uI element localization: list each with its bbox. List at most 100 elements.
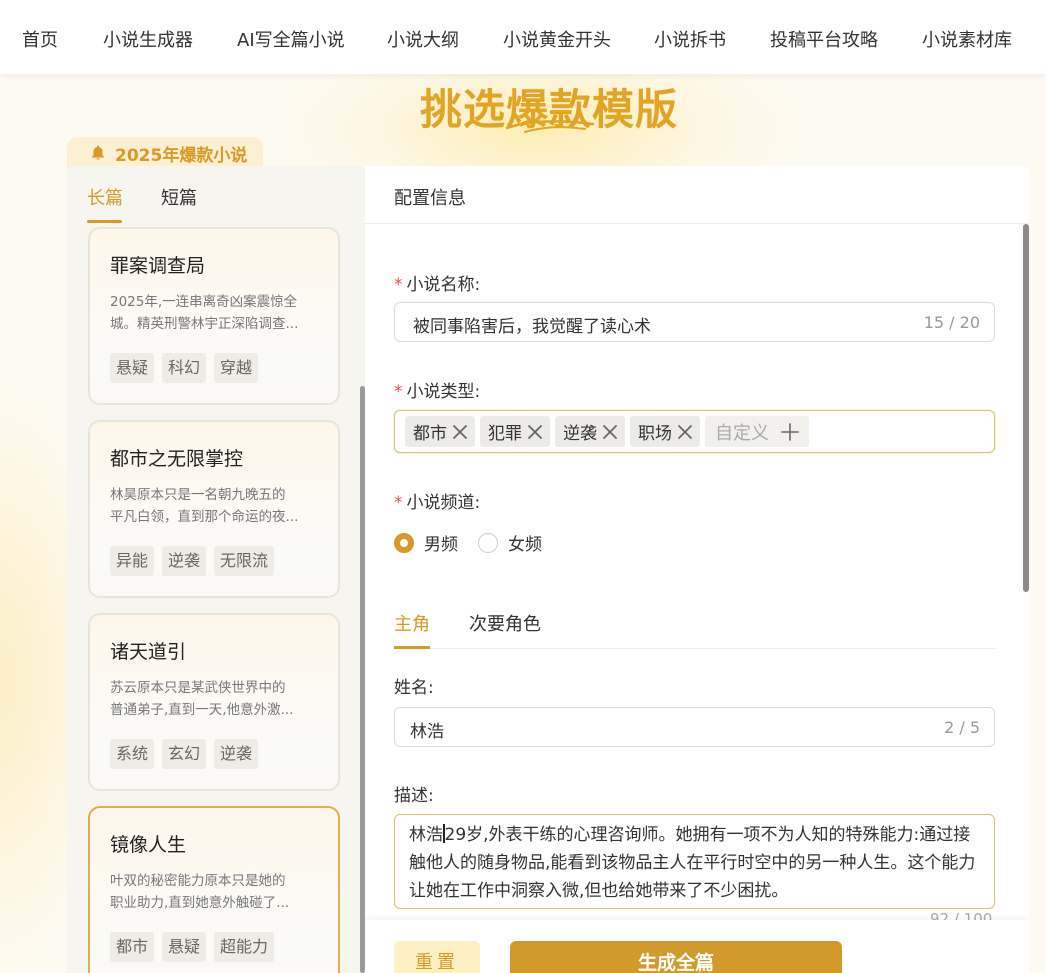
type-tag: 都市 — [405, 416, 475, 447]
generate-full-button[interactable]: 生成全篇 — [510, 941, 842, 973]
radio-label: 男频 — [424, 535, 458, 555]
nav-ai-full-novel[interactable]: AI写全篇小说 — [237, 26, 345, 52]
nav-golden-opening[interactable]: 小说黄金开头 — [503, 26, 611, 52]
card-tag: 穿越 — [214, 353, 259, 383]
card-description: 叶双的秘密能力原本只是她的 职业助力,直到她意外触碰了... — [110, 870, 326, 914]
nav-outline[interactable]: 小说大纲 — [387, 26, 459, 52]
radio-female-channel[interactable]: 女频 — [478, 530, 542, 555]
config-panel: 配置信息 * 小说名称: 被同事陷害后，我觉醒了读心术 15 / 20 * 小说类型… — [365, 166, 1029, 973]
card-tag: 超能力 — [214, 932, 275, 962]
template-card[interactable]: 罪案调查局 2025年,一连串离奇凶案震惊全 城。精英刑警林宇正深陷调查... … — [88, 227, 340, 405]
novel-type-input[interactable]: 都市 犯罪 逆袭 职场 自定义 — [394, 410, 995, 453]
card-tags: 异能 逆袭 无限流 — [110, 546, 275, 576]
nav-book-breakdown[interactable]: 小说拆书 — [654, 26, 726, 52]
type-tag: 职场 — [630, 416, 700, 447]
plus-icon — [781, 422, 799, 441]
novel-name-count: 15 / 20 — [923, 313, 980, 332]
type-tag-label: 逆袭 — [563, 424, 597, 444]
card-desc-line: 2025年,一连串离奇凶案震惊全 — [110, 294, 298, 310]
person-name-label: 姓名: — [394, 678, 434, 698]
close-icon[interactable] — [526, 423, 544, 441]
person-name-count: 2 / 5 — [944, 718, 980, 737]
config-header: 配置信息 — [365, 166, 1029, 224]
template-card[interactable]: 都市之无限掌控 林昊原本只是一名朝九晚五的 平凡白领，直到那个命运的夜... 异… — [88, 420, 340, 598]
hot-novels-badge: 2025年爆款小说 — [67, 137, 263, 169]
card-title: 都市之无限掌控 — [110, 448, 244, 470]
template-card-selected[interactable]: 镜像人生 叶双的秘密能力原本只是她的 职业助力,直到她意外触碰了... 都市 悬… — [88, 806, 340, 973]
nav-material-library[interactable]: 小说素材库 — [922, 26, 1012, 52]
card-tag: 悬疑 — [110, 353, 155, 383]
required-mark: * — [394, 382, 403, 402]
radio-male-channel[interactable]: 男频 — [394, 530, 458, 555]
role-tab-indicator — [394, 646, 430, 649]
novel-type-label-text: 小说类型: — [406, 382, 481, 402]
template-card[interactable]: 诸天道引 苏云原本只是某武侠世界中的 普通弟子,直到一天,他意外激... 系统 … — [88, 613, 340, 791]
card-desc-line: 叶双的秘密能力原本只是她的 — [110, 873, 286, 889]
radio-checked-indicator — [394, 532, 414, 553]
type-tag-label: 犯罪 — [488, 424, 522, 444]
novel-name-input[interactable]: 被同事陷害后，我觉醒了读心术 15 / 20 — [394, 302, 995, 342]
novel-name-label-text: 小说名称: — [406, 275, 481, 295]
add-custom-type-button[interactable]: 自定义 — [705, 416, 809, 447]
card-desc-line: 城。精英刑警林宇正深陷调查... — [110, 316, 299, 332]
config-title: 配置信息 — [394, 188, 466, 209]
nav-submission-guide[interactable]: 投稿平台攻略 — [770, 26, 878, 52]
card-desc-line: 林昊原本只是一名朝九晚五的 — [110, 487, 286, 503]
right-scrollbar[interactable] — [1023, 224, 1029, 592]
tab-active-indicator — [87, 220, 122, 223]
type-tag: 犯罪 — [480, 416, 550, 447]
card-desc-line: 苏云原本只是某武侠世界中的 — [110, 680, 286, 696]
card-tag: 系统 — [110, 739, 155, 769]
card-description: 林昊原本只是一名朝九晚五的 平凡白领，直到那个命运的夜... — [110, 484, 326, 528]
badge-label: 2025年爆款小说 — [115, 145, 248, 166]
nav-home[interactable]: 首页 — [22, 26, 58, 52]
reset-button[interactable]: 重置 — [394, 941, 480, 973]
card-tags: 都市 悬疑 超能力 — [110, 932, 275, 962]
novel-channel-label-text: 小说频道: — [406, 493, 481, 513]
novel-type-label: * 小说类型: — [394, 377, 480, 402]
nav-novel-generator[interactable]: 小说生成器 — [103, 26, 193, 52]
tab-long[interactable]: 长篇 — [87, 184, 123, 210]
role-tabs: 主角 次要角色 — [394, 606, 995, 649]
tab-protagonist[interactable]: 主角 — [394, 610, 430, 636]
description-textarea[interactable]: 林浩29岁,外表干练的心理咨询师。她拥有一项不为人知的特殊能力:通过接触他人的随… — [394, 814, 995, 909]
card-title: 诸天道引 — [110, 641, 187, 663]
description-text-rest: 29岁,外表干练的心理咨询师。她拥有一项不为人知的特殊能力:通过接触他人的随身物… — [409, 825, 976, 901]
description-text-start: 林浩 — [409, 825, 443, 845]
card-desc-line: 平凡白领，直到那个命运的夜... — [110, 509, 299, 525]
tab-secondary-role[interactable]: 次要角色 — [469, 610, 541, 636]
template-list-panel: 长篇 短篇 罪案调查局 2025年,一连串离奇凶案震惊全 城。精英刑警林宇正深陷… — [67, 166, 365, 973]
type-tag-label: 职场 — [638, 424, 672, 444]
required-mark: * — [394, 275, 403, 295]
card-tag: 科幻 — [162, 353, 207, 383]
title-underline-decoration — [505, 120, 595, 133]
close-icon[interactable] — [601, 423, 619, 441]
type-tag-label: 都市 — [413, 424, 447, 444]
card-tag: 玄幻 — [162, 739, 207, 769]
card-tags: 系统 玄幻 逆袭 — [110, 739, 259, 769]
card-title: 镜像人生 — [110, 834, 187, 856]
card-tag: 无限流 — [214, 546, 275, 576]
card-description: 2025年,一连串离奇凶案震惊全 城。精英刑警林宇正深陷调查... — [110, 291, 326, 335]
card-description: 苏云原本只是某武侠世界中的 普通弟子,直到一天,他意外激... — [110, 677, 326, 721]
tab-short[interactable]: 短篇 — [161, 184, 197, 210]
novel-name-label: * 小说名称: — [394, 270, 480, 295]
radio-indicator — [478, 532, 498, 553]
close-icon[interactable] — [676, 423, 694, 441]
channel-radio-group: 男频 女频 — [394, 530, 562, 555]
novel-channel-label: * 小说频道: — [394, 488, 480, 513]
description-label: 描述: — [394, 786, 434, 806]
top-navigation: 首页 小说生成器 AI写全篇小说 小说大纲 小说黄金开头 小说拆书 投稿平台攻略… — [0, 0, 1046, 74]
radio-label: 女频 — [508, 535, 542, 555]
close-icon[interactable] — [451, 423, 469, 441]
length-tabs: 长篇 短篇 — [67, 166, 365, 224]
required-mark: * — [394, 493, 403, 513]
custom-type-label: 自定义 — [715, 422, 769, 444]
card-desc-line: 职业助力,直到她意外触碰了... — [110, 895, 290, 911]
bell-icon — [92, 145, 104, 160]
person-name-value: 林浩 — [410, 722, 444, 742]
action-bar: 重置 生成全篇 — [365, 920, 1029, 973]
card-title: 罪案调查局 — [110, 255, 206, 277]
card-tag: 逆袭 — [214, 739, 259, 769]
person-name-input[interactable]: 林浩 2 / 5 — [394, 707, 995, 747]
